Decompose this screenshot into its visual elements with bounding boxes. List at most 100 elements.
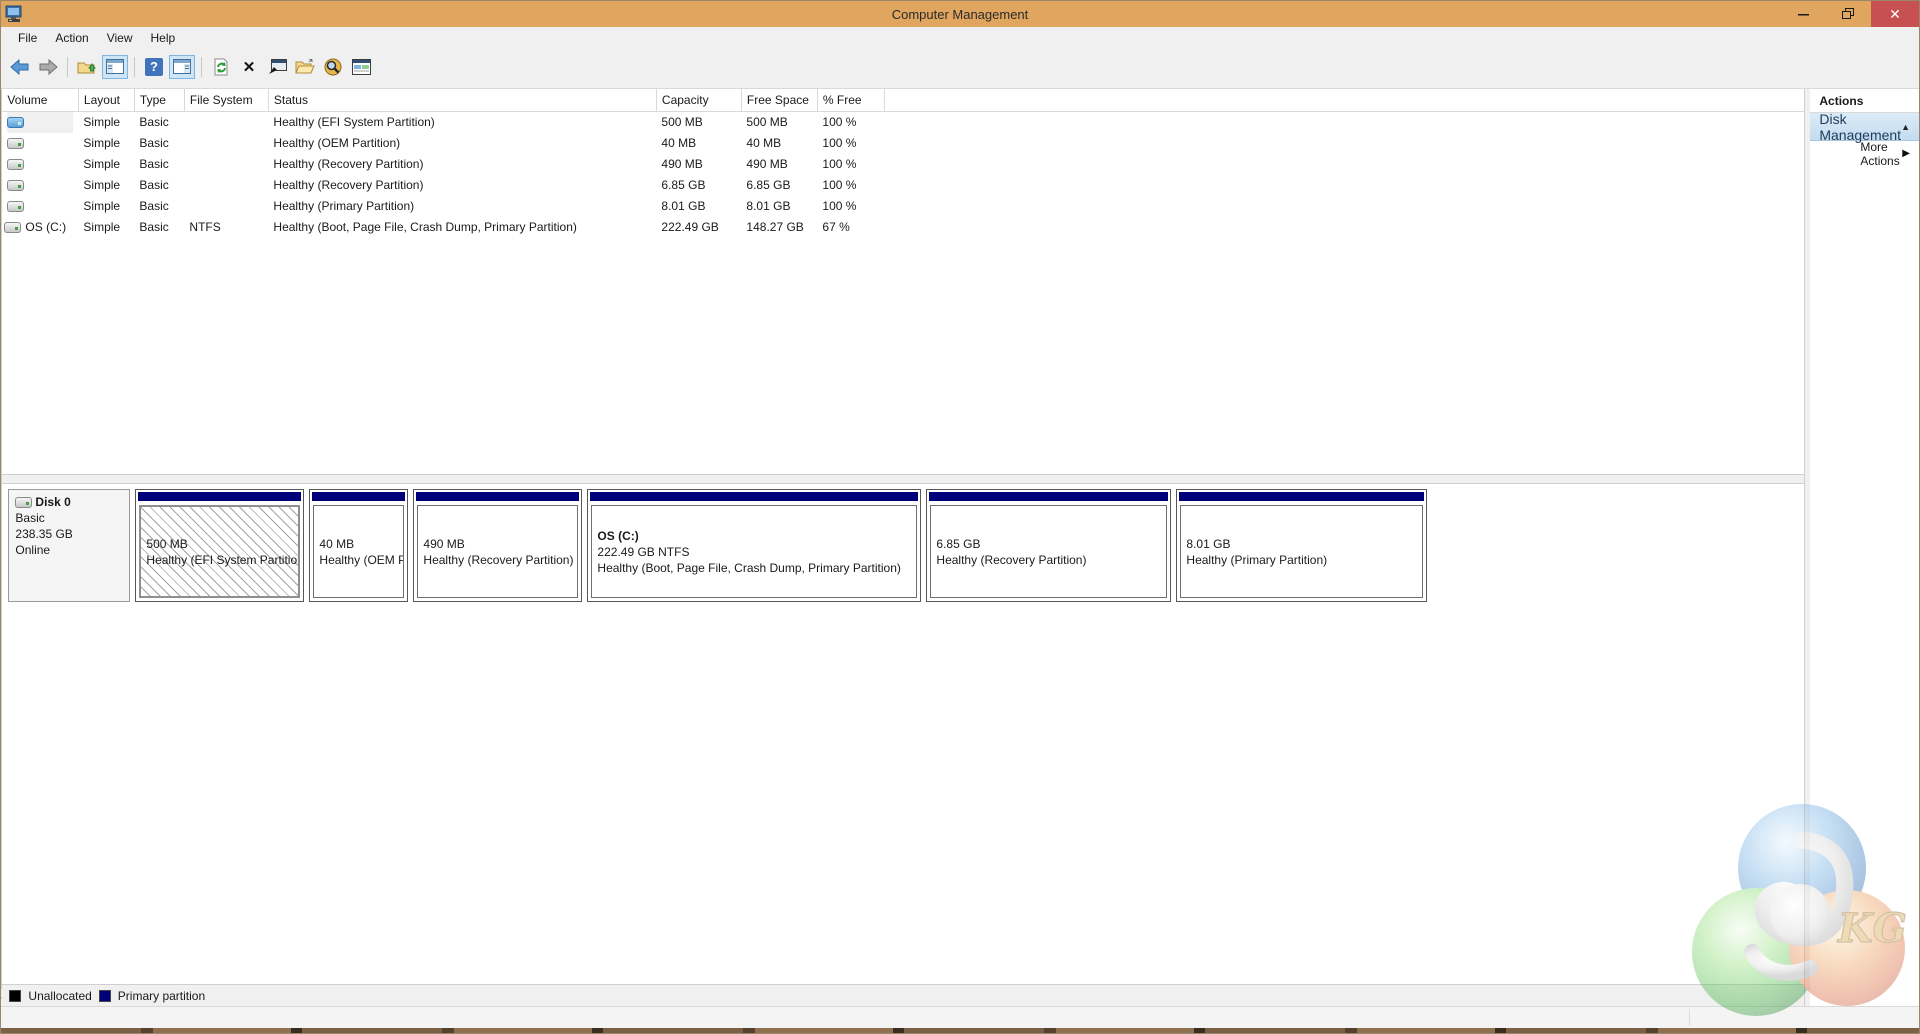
partition-body: OS (C:) 222.49 GB NTFS Healthy (Boot, Pa… bbox=[591, 505, 918, 598]
primary-partition-bar bbox=[415, 491, 581, 502]
partition-body: 8.01 GB Healthy (Primary Partition) bbox=[1180, 505, 1424, 598]
help-icon: ? bbox=[145, 57, 163, 76]
actions-header: Actions bbox=[1810, 89, 1919, 113]
properties-button[interactable] bbox=[264, 55, 290, 79]
show-console-tree-button[interactable] bbox=[102, 54, 128, 79]
restore-button[interactable] bbox=[1826, 1, 1871, 27]
table-row[interactable]: Simple Basic Healthy (EFI System Partitio… bbox=[2, 111, 1804, 133]
title-bar: Computer Management ✕ bbox=[1, 1, 1919, 27]
column-header-status[interactable]: Status bbox=[268, 89, 657, 112]
volume-icon bbox=[7, 158, 25, 170]
partition-body: 490 MB Healthy (Recovery Partition) bbox=[417, 505, 579, 598]
partition-primary-801gb[interactable]: 8.01 GB Healthy (Primary Partition) bbox=[1176, 489, 1428, 602]
partition-recovery-490mb[interactable]: 490 MB Healthy (Recovery Partition) bbox=[413, 489, 583, 602]
legend-label: Primary partition bbox=[117, 988, 206, 1003]
column-header-layout[interactable]: Layout bbox=[78, 89, 135, 112]
partition-oem[interactable]: 40 MB Healthy (OEM Partition) bbox=[309, 489, 409, 602]
disk-graphical-pane: Disk 0 Basic 238.35 GB Online 500 MB Hea… bbox=[2, 484, 1805, 1006]
forward-icon bbox=[39, 58, 58, 75]
console-tree-icon bbox=[106, 59, 124, 74]
back-button[interactable] bbox=[7, 55, 33, 79]
back-icon bbox=[10, 58, 29, 75]
legend-label: Unallocated bbox=[28, 988, 92, 1003]
help-button[interactable]: ? bbox=[141, 55, 167, 79]
help-topics-button[interactable] bbox=[348, 55, 374, 79]
close-button[interactable]: ✕ bbox=[1871, 1, 1919, 27]
close-icon: ✕ bbox=[1889, 5, 1901, 22]
refresh-button[interactable] bbox=[208, 55, 234, 79]
app-icon bbox=[5, 5, 22, 22]
menu-action[interactable]: Action bbox=[46, 28, 97, 48]
unallocated-swatch bbox=[9, 989, 22, 1002]
legend-bar: Unallocated Primary partition bbox=[2, 984, 1805, 1006]
primary-partition-bar bbox=[137, 491, 303, 502]
minimize-button[interactable] bbox=[1781, 1, 1826, 27]
properties-icon bbox=[268, 58, 287, 74]
magnifier-icon bbox=[324, 58, 342, 75]
disk-size: 238.35 GB bbox=[15, 527, 73, 541]
volume-icon bbox=[7, 116, 25, 128]
table-row[interactable]: OS (C:) Simple Basic NTFS Healthy (Boot, P… bbox=[2, 217, 1804, 238]
computer-management-window: Computer Management ✕ File Action View H… bbox=[0, 0, 1920, 1034]
center-pane: Volume Layout Type File System Status Ca… bbox=[2, 89, 1806, 1006]
menu-view[interactable]: View bbox=[98, 28, 142, 48]
primary-partition-bar bbox=[928, 491, 1170, 502]
disk-0-info-box[interactable]: Disk 0 Basic 238.35 GB Online bbox=[8, 489, 131, 602]
actions-panel: Actions Disk Management ▲ More Actions ▶ bbox=[1810, 89, 1919, 1006]
column-header-file-system[interactable]: File System bbox=[184, 89, 269, 112]
toolbar: ? ✕ bbox=[1, 49, 1919, 89]
taskbar-edge-strip bbox=[1, 1028, 1919, 1033]
primary-partition-swatch bbox=[98, 989, 111, 1002]
more-actions-item[interactable]: More Actions ▶ bbox=[1810, 140, 1919, 168]
actions-group-disk-management[interactable]: Disk Management ▲ bbox=[1810, 111, 1919, 143]
refresh-icon bbox=[214, 58, 228, 75]
partition-body: 6.85 GB Healthy (Recovery Partition) bbox=[930, 505, 1168, 598]
toolbar-separator bbox=[134, 56, 135, 77]
submenu-arrow-icon: ▶ bbox=[1902, 148, 1910, 159]
explore-button[interactable] bbox=[320, 55, 346, 79]
partition-efi[interactable]: 500 MB Healthy (EFI System Partition) bbox=[135, 489, 305, 602]
show-action-pane-button[interactable] bbox=[169, 54, 195, 79]
pane-splitter[interactable] bbox=[2, 475, 1805, 484]
column-header-type[interactable]: Type bbox=[134, 89, 185, 112]
menu-bar: File Action View Help bbox=[1, 27, 1919, 49]
toolbar-separator bbox=[201, 56, 202, 77]
table-row[interactable]: Simple Basic Healthy (Primary Partition) … bbox=[2, 196, 1804, 217]
status-bar bbox=[1, 1006, 1919, 1028]
volume-icon bbox=[7, 179, 25, 191]
open-folder-icon bbox=[295, 58, 315, 73]
partition-recovery-685gb[interactable]: 6.85 GB Healthy (Recovery Partition) bbox=[926, 489, 1172, 602]
menu-file[interactable]: File bbox=[9, 28, 46, 48]
window-title: Computer Management bbox=[891, 6, 1029, 22]
volume-icon bbox=[4, 221, 22, 233]
volume-table: Volume Layout Type File System Status Ca… bbox=[2, 89, 1805, 238]
table-row[interactable]: Simple Basic Healthy (OEM Partition) 40 M… bbox=[2, 133, 1804, 154]
collapse-icon[interactable]: ▲ bbox=[1901, 122, 1910, 132]
volume-icon bbox=[7, 137, 25, 149]
volume-list-pane: Volume Layout Type File System Status Ca… bbox=[2, 89, 1805, 475]
partition-os-c[interactable]: OS (C:) 222.49 GB NTFS Healthy (Boot, Pa… bbox=[587, 489, 922, 602]
open-button[interactable] bbox=[292, 55, 318, 79]
menu-help[interactable]: Help bbox=[142, 28, 185, 48]
disk-name: Disk 0 bbox=[35, 495, 71, 509]
table-row[interactable]: Simple Basic Healthy (Recovery Partition)… bbox=[2, 154, 1804, 175]
status-bar-divider bbox=[1689, 1009, 1690, 1026]
up-one-level-icon bbox=[77, 62, 96, 73]
disk-canvas: Disk 0 Basic 238.35 GB Online 500 MB Hea… bbox=[2, 484, 1804, 984]
disk-status: Online bbox=[15, 543, 51, 557]
column-header-pct-free[interactable]: % Free bbox=[817, 89, 885, 112]
partition-body-selected: 500 MB Healthy (EFI System Partition) bbox=[139, 505, 301, 598]
help-topics-icon bbox=[351, 58, 371, 75]
column-header-capacity[interactable]: Capacity bbox=[656, 89, 742, 112]
column-header-volume[interactable]: Volume bbox=[2, 89, 79, 112]
delete-button[interactable]: ✕ bbox=[236, 55, 262, 79]
main-area: Computer Management (Local ◢ System Tool… bbox=[1, 89, 1919, 1006]
disk-icon bbox=[15, 496, 33, 508]
column-header-free-space[interactable]: Free Space bbox=[741, 89, 818, 112]
action-pane-icon bbox=[173, 59, 191, 74]
forward-button[interactable] bbox=[35, 55, 61, 79]
table-row[interactable]: Simple Basic Healthy (Recovery Partition)… bbox=[2, 175, 1804, 196]
up-one-level-button[interactable] bbox=[74, 55, 100, 79]
partition-body: 40 MB Healthy (OEM Partition) bbox=[313, 505, 405, 598]
toolbar-separator bbox=[67, 56, 68, 77]
